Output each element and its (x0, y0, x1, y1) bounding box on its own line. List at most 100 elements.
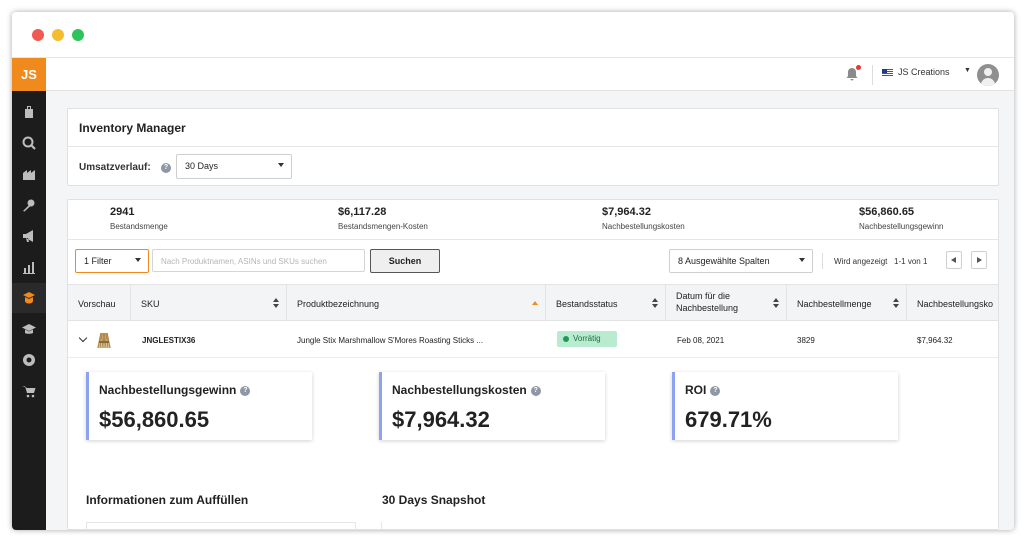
sales-history-label: Umsatzverlauf: (79, 162, 151, 173)
metric-card-value: $7,964.32 (392, 407, 490, 432)
user-avatar[interactable] (977, 64, 999, 86)
sales-history-select[interactable]: 30 Days (176, 154, 292, 179)
table-scroll-edge (998, 200, 999, 530)
column-header-label: Vorschau (78, 299, 116, 309)
row-product-name[interactable]: Jungle Stix Marshmallow S'Mores Roasting… (297, 336, 483, 345)
pagination-info: Wird angezeigt 1-1 von 1 (834, 257, 927, 266)
page-title: Inventory Manager (79, 121, 186, 135)
stat-value: $7,964.32 (602, 206, 651, 218)
app-logo[interactable]: JS (12, 58, 46, 91)
sidebar: JS (12, 58, 46, 530)
shown-label: Wird angezeigt (834, 257, 888, 266)
section-title-snapshot: 30 Days Snapshot (382, 493, 486, 507)
column-header-label: Produktbezeichnung (297, 299, 380, 309)
column-header-label: Nachbestellungsko (917, 299, 994, 309)
metric-card-reorder-cost: Nachbestellungskosten? $7,964.32 (379, 372, 605, 440)
expand-row-chevron-icon[interactable] (78, 333, 88, 343)
keyword-scout-icon[interactable] (12, 190, 46, 220)
product-database-icon[interactable] (12, 97, 46, 127)
metric-card-title: Nachbestellungsgewinn? (99, 383, 251, 397)
stat-reorder-profit: $56,860.65 Nachbestellungsgewinn (859, 206, 944, 231)
sort-ascending-icon[interactable] (532, 298, 538, 308)
column-header-product[interactable]: Produktbezeichnung (287, 285, 546, 321)
stat-stock-quantity: 2941 Bestandsmenge (110, 206, 168, 231)
restock-info-box (86, 522, 356, 529)
inventory-main-panel: 2941 Bestandsmenge $6,117.28 Bestandsmen… (67, 199, 999, 530)
column-header-reorder-cost[interactable]: Nachbestellungsko (907, 285, 998, 321)
table-row[interactable]: JNGLESTIX36 Jungle Stix Marshmallow S'Mo… (68, 321, 998, 358)
window-titlebar (12, 12, 1014, 58)
inventory-header-panel: Inventory Manager Umsatzverlauf: ? 30 Da… (67, 108, 999, 186)
notification-badge (856, 65, 861, 70)
product-thumbnail (97, 332, 111, 349)
sales-analytics-icon[interactable] (12, 252, 46, 282)
sort-icon[interactable] (273, 298, 279, 308)
help-icon[interactable]: ? (161, 163, 171, 173)
cart-icon[interactable] (12, 376, 46, 406)
supplier-database-icon[interactable] (12, 159, 46, 189)
sort-icon[interactable] (652, 298, 658, 308)
chevron-left-icon (951, 257, 956, 263)
stat-value: $6,117.28 (338, 206, 387, 218)
metric-card-title: Nachbestellungskosten? (392, 383, 541, 397)
close-window-button[interactable] (32, 29, 44, 41)
stats-divider (68, 239, 998, 240)
metric-card-title: ROI? (685, 383, 721, 397)
chevron-down-icon (135, 258, 141, 262)
search-button[interactable]: Suchen (370, 249, 440, 273)
metric-card-value: $56,860.65 (99, 407, 210, 432)
stat-label: Nachbestellungskosten (602, 222, 685, 231)
row-reorder-qty: 3829 (797, 336, 815, 345)
column-header-sku[interactable]: SKU (131, 285, 287, 321)
metric-card-value: 679.71% (685, 407, 772, 432)
columns-select[interactable]: 8 Ausgewählte Spalten (669, 249, 813, 273)
filter-select[interactable]: 1 Filter (75, 249, 149, 273)
account-name[interactable]: JS Creations (898, 67, 950, 77)
column-header-status[interactable]: Bestandsstatus (546, 285, 666, 321)
sales-history-value: 30 Days (185, 161, 219, 171)
section-title-restock-info: Informationen zum Auffüllen (86, 493, 249, 507)
metric-title-text: Nachbestellungsgewinn (99, 383, 237, 397)
row-reorder-cost: $7,964.32 (917, 336, 953, 345)
us-flag-icon (882, 69, 893, 77)
next-page-button[interactable] (971, 251, 987, 269)
chevron-right-icon (977, 257, 982, 263)
help-icon[interactable]: ? (530, 385, 541, 396)
academy-icon[interactable] (12, 314, 46, 344)
column-header-label: Bestandsstatus (556, 299, 618, 309)
previous-page-button[interactable] (946, 251, 962, 269)
chrome-extension-icon[interactable] (12, 345, 46, 375)
toolbar-divider (822, 253, 823, 269)
minimize-window-button[interactable] (52, 29, 64, 41)
stat-label: Bestandsmenge (110, 222, 168, 231)
stat-stock-cost: $6,117.28 Bestandsmengen-Kosten (338, 206, 428, 231)
metric-card-reorder-profit: Nachbestellungsgewinn? $56,860.65 (86, 372, 312, 440)
sort-icon[interactable] (893, 298, 899, 308)
column-header-preview[interactable]: Vorschau (68, 285, 131, 321)
account-dropdown-caret-icon[interactable]: ▼ (964, 67, 971, 74)
filter-label: 1 Filter (84, 256, 112, 266)
topbar-divider (872, 65, 873, 85)
columns-select-label: 8 Ausgewählte Spalten (678, 256, 770, 266)
maximize-window-button[interactable] (72, 29, 84, 41)
row-reorder-date: Feb 08, 2021 (677, 336, 725, 345)
help-icon[interactable]: ? (240, 385, 251, 396)
app-window: JS JS Creations ▼ Inventory Manager Umsa… (12, 12, 1014, 530)
column-header-reorder-qty[interactable]: Nachbestellmenge (787, 285, 907, 321)
marketing-icon[interactable] (12, 221, 46, 251)
metric-title-text: Nachbestellungskosten (392, 383, 527, 397)
stat-label: Bestandsmengen-Kosten (338, 222, 428, 231)
column-header-reorder-date[interactable]: Datum für die Nachbestellung (666, 285, 787, 321)
chevron-down-icon (799, 258, 805, 262)
chevron-down-icon (278, 163, 284, 167)
sort-icon[interactable] (773, 298, 779, 308)
stat-value: 2941 (110, 206, 135, 218)
top-bar: JS Creations ▼ (46, 58, 1014, 91)
snapshot-divider (381, 522, 382, 529)
search-input[interactable]: Nach Produktnamen, ASINs und SKUs suchen (152, 249, 365, 272)
column-header-label: Nachbestellmenge (797, 299, 872, 309)
help-icon[interactable]: ? (710, 385, 721, 396)
opportunity-finder-icon[interactable] (12, 128, 46, 158)
table-header: Vorschau SKU Produktbezeichnung Bestands… (68, 284, 998, 321)
inventory-manager-icon[interactable] (12, 283, 46, 313)
